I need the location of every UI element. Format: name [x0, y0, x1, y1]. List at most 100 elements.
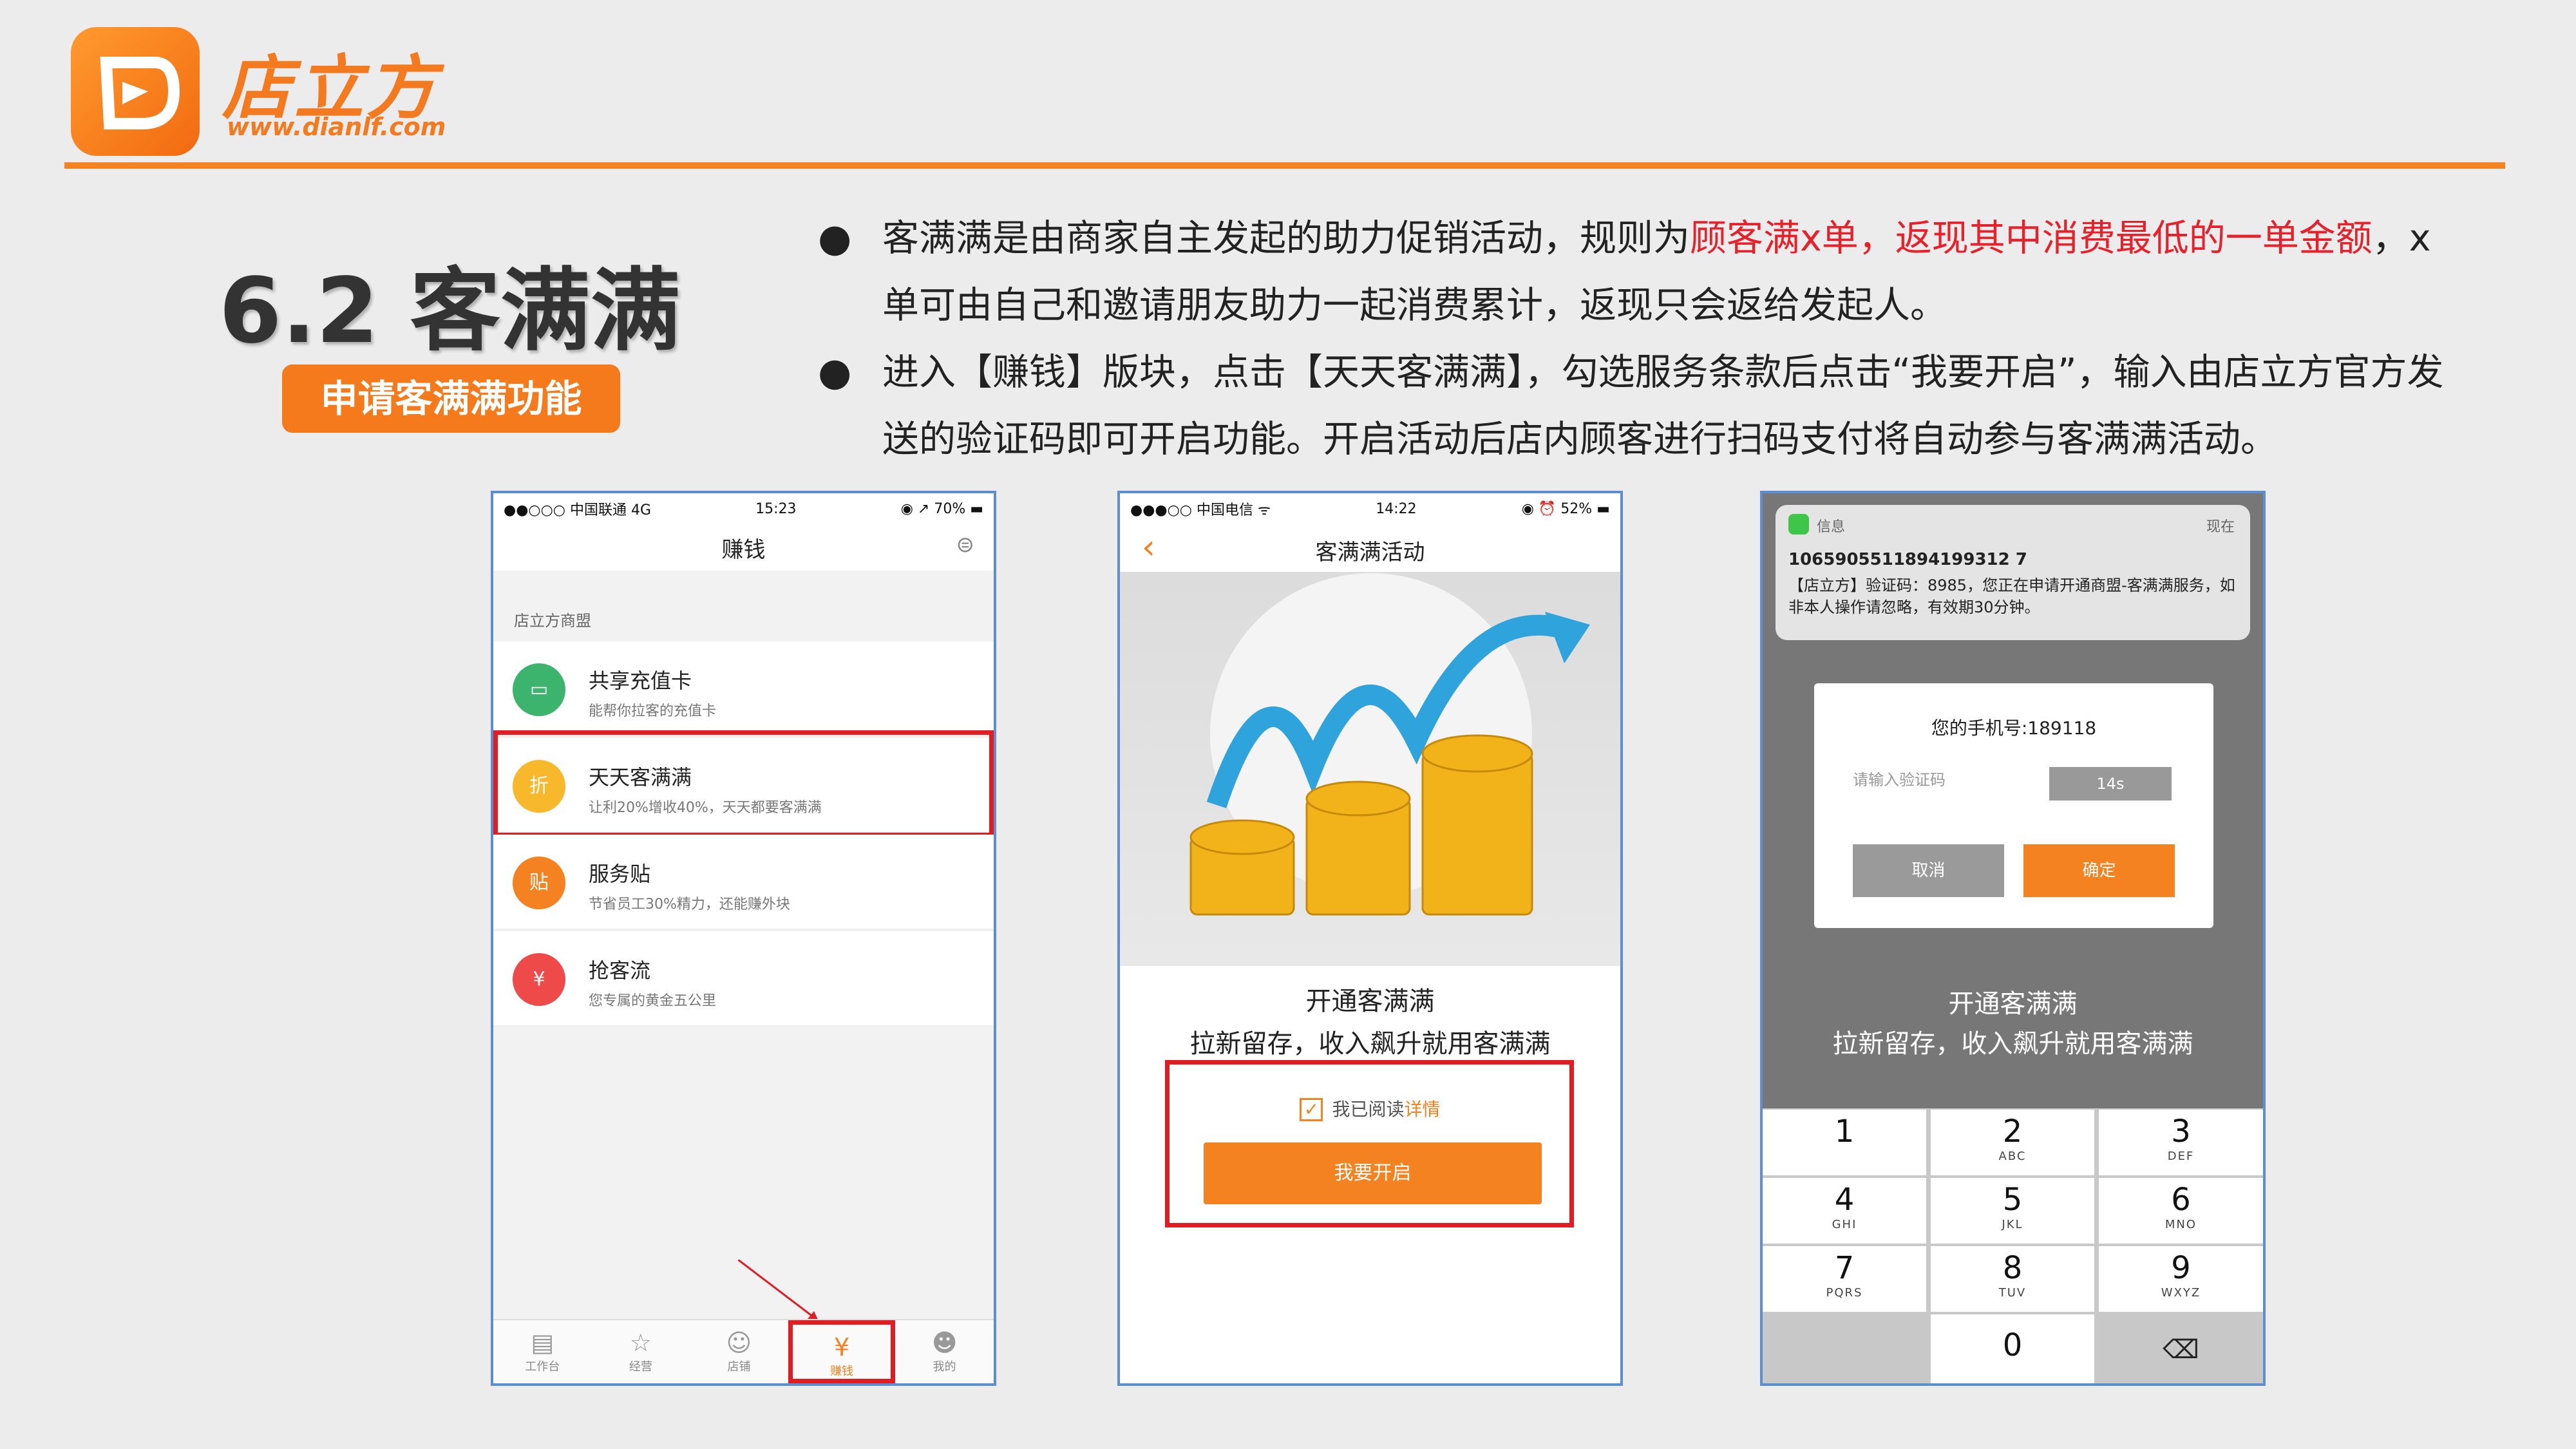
- sms-notification[interactable]: 信息 现在 1065905511894199312 7 【店立方】验证码：898…: [1776, 505, 2250, 640]
- money-icon: ¥: [833, 1333, 850, 1361]
- tab-mine[interactable]: ☻ 我的: [895, 1320, 994, 1383]
- nav-title: 赚钱: [721, 537, 766, 563]
- tab-label: 赚钱: [830, 1365, 854, 1378]
- key-0[interactable]: 0: [1931, 1314, 2094, 1383]
- tab-earn[interactable]: ¥ 赚钱: [788, 1320, 896, 1383]
- bullet-2: ● 进入【赚钱】版块，点击【天天客满满】，勾选服务条款后点击“我要开启”，输入由…: [818, 339, 2467, 473]
- key-letters: DEF: [2167, 1150, 2195, 1163]
- checkbox-icon[interactable]: ✓: [1300, 1098, 1323, 1121]
- enable-button[interactable]: 我要开启: [1204, 1142, 1542, 1204]
- key-letters: ABC: [1998, 1150, 2027, 1163]
- key-digit: 2: [2002, 1113, 2023, 1150]
- key-5[interactable]: 5 JKL: [1931, 1178, 2094, 1244]
- item-title: 服务贴: [589, 862, 651, 886]
- hero-illustration: [1120, 573, 1620, 966]
- key-digit: 8: [2002, 1250, 2023, 1286]
- tab-shop[interactable]: ☺ 店铺: [690, 1320, 788, 1383]
- brand-url: www.dianlf.com: [227, 113, 446, 141]
- notification-app: 信息: [1817, 519, 1846, 535]
- phone-activity-screen: ●●●○○ 中国电信 ᯤ 14:22 ◉ ⏰ 52% ▬ ‹ 客满满活动 开通客满满…: [1117, 491, 1623, 1386]
- agree-checkbox[interactable]: ✓ 我已阅读详情: [1120, 1095, 1620, 1121]
- coins-illustration: [1189, 573, 1590, 916]
- highlight-box: [493, 730, 994, 837]
- confirm-button[interactable]: 确定: [2023, 844, 2175, 897]
- phone-verify-screen: 信息 现在 1065905511894199312 7 【店立方】验证码：898…: [1760, 491, 2266, 1386]
- profile-icon: ☻: [931, 1329, 958, 1357]
- status-battery: ◉ ↗ 70% ▬: [900, 500, 983, 517]
- activity-headline: 开通客满满: [1948, 989, 2078, 1019]
- shop-icon: ☺: [726, 1329, 752, 1357]
- key-letters: WXYZ: [2161, 1286, 2201, 1300]
- key-digit: 6: [2171, 1182, 2191, 1218]
- tab-workbench[interactable]: ▤ 工作台: [493, 1320, 592, 1383]
- key-digit: 5: [2002, 1182, 2023, 1218]
- bullet-2-text: 进入【赚钱】版块，点击【天天客满满】，勾选服务条款后点击“我要开启”，输入由店立…: [882, 351, 2444, 460]
- key-digit: 9: [2171, 1250, 2191, 1286]
- key-2[interactable]: 2 ABC: [1931, 1110, 2094, 1175]
- tab-label: 我的: [933, 1360, 956, 1374]
- tab-label: 店铺: [727, 1360, 751, 1374]
- key-9[interactable]: 9 WXYZ: [2099, 1246, 2263, 1312]
- key-4[interactable]: 4 GHI: [1763, 1178, 1926, 1244]
- messages-icon: [1788, 514, 1809, 535]
- section-badge: 申请客满满功能: [282, 365, 620, 433]
- key-digit: 4: [1834, 1182, 1855, 1218]
- key-6[interactable]: 6 MNO: [2099, 1178, 2263, 1244]
- bullet-1-highlight: 顾客满x单，返现其中消费最低的一单金额: [1690, 217, 2372, 260]
- card-icon: ▭: [513, 663, 565, 716]
- logo-icon: [71, 27, 200, 156]
- group-label: 店立方商盟: [514, 612, 591, 630]
- verify-dialog: 您的手机号:189118 请输入验证码 14s 取消 确定: [1814, 683, 2213, 928]
- key-digit: 0: [2002, 1327, 2023, 1363]
- key-1[interactable]: 1: [1763, 1110, 1926, 1175]
- status-carrier: ●●●○○ 中国电信 ᯤ: [1130, 502, 1271, 518]
- numeric-keypad: 1 2 ABC 3 DEF 4 GHI 5 JKL 6 MNO 7 PQRS 8 TUV 9W…: [1763, 1108, 2263, 1383]
- item-title: 抢客流: [589, 958, 651, 983]
- key-8[interactable]: 8 TUV: [1931, 1246, 2094, 1312]
- sticker-icon: 贴: [513, 857, 565, 909]
- bullet-dot-icon: ●: [818, 350, 852, 395]
- key-7[interactable]: 7 PQRS: [1763, 1246, 1926, 1312]
- key-letters: JKL: [2002, 1218, 2023, 1231]
- list-item-service-sticker[interactable]: 贴 服务贴 节省员工30%精力，还能赚外块: [493, 835, 994, 930]
- tab-operate[interactable]: ☆ 经营: [592, 1320, 690, 1383]
- key-digit: 7: [1834, 1250, 1855, 1286]
- status-time: 14:22: [1376, 500, 1417, 517]
- key-3[interactable]: 3 DEF: [2099, 1110, 2263, 1175]
- item-title: 共享充值卡: [589, 668, 692, 693]
- key-digit: 1: [1834, 1113, 1855, 1150]
- activity-subline: 拉新留存，收入飙升就用客满满: [1189, 1029, 1551, 1059]
- cancel-button[interactable]: 取消: [1853, 844, 2004, 897]
- phone-number-label: 您的手机号:189118: [1931, 717, 2097, 739]
- list-item-recharge-card[interactable]: ▭ 共享充值卡 能帮你拉客的充值卡: [493, 641, 994, 737]
- key-letters: PQRS: [1826, 1286, 1863, 1300]
- message-icon[interactable]: ⊜: [956, 532, 975, 558]
- key-digit: 3: [2171, 1113, 2191, 1150]
- status-carrier: ●●○○○ 中国联通 4G: [504, 502, 652, 518]
- status-time: 15:23: [755, 500, 797, 517]
- bullet-1: ● 客满满是由商家自主发起的助力促销活动，规则为顾客满x单，返现其中消费最低的一…: [818, 205, 2467, 339]
- notification-sender: 1065905511894199312 7: [1788, 550, 2027, 569]
- tab-label: 工作台: [525, 1360, 560, 1374]
- bullet-dot-icon: ●: [818, 216, 852, 261]
- star-icon: ☆: [629, 1329, 652, 1357]
- details-link[interactable]: 详情: [1405, 1099, 1441, 1120]
- key-letters: MNO: [2164, 1218, 2197, 1231]
- bullet-1-text-a: 客满满是由商家自主发起的助力促销活动，规则为: [882, 217, 1690, 260]
- backspace-icon[interactable]: ⌫: [2099, 1314, 2263, 1383]
- code-input[interactable]: 请输入验证码: [1853, 767, 1946, 790]
- tab-bar: ▤ 工作台 ☆ 经营 ☺ 店铺 ¥ 赚钱 ☻ 我的: [493, 1319, 994, 1383]
- activity-headline: 开通客满满: [1305, 987, 1435, 1016]
- status-battery: ◉ ⏰ 52% ▬: [1521, 500, 1610, 517]
- item-subtitle: 您专属的黄金五公里: [589, 993, 717, 1009]
- workbench-icon: ▤: [531, 1329, 554, 1357]
- nav-title: 客满满活动: [1315, 540, 1425, 565]
- header-divider: [64, 162, 2505, 169]
- notification-time: 现在: [2206, 519, 2235, 535]
- countdown-button[interactable]: 14s: [2049, 767, 2172, 800]
- notification-body: 【店立方】验证码：8985，您正在申请开通商盟-客满满服务，如非本人操作请忽略，…: [1788, 576, 2235, 616]
- key-letters: GHI: [1832, 1218, 1857, 1231]
- agree-label: 我已阅读: [1332, 1099, 1405, 1120]
- key-letters: TUV: [1998, 1286, 2027, 1300]
- list-item-traffic[interactable]: ¥ 抢客流 您专属的黄金五公里: [493, 931, 994, 1027]
